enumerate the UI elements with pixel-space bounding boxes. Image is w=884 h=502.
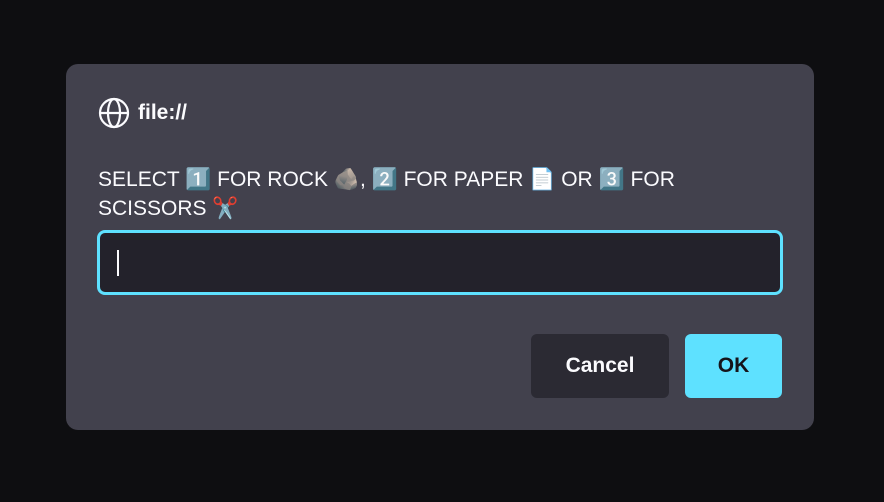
dialog-message: SELECT 1️⃣ FOR ROCK 🪨, 2️⃣ FOR PAPER 📄 O… — [98, 168, 675, 220]
globe-icon — [98, 97, 138, 129]
ok-button[interactable]: OK — [685, 334, 782, 398]
origin-label: file:// — [138, 101, 188, 124]
dialog-origin: file:// — [98, 97, 187, 129]
prompt-input[interactable] — [100, 233, 780, 292]
prompt-dialog: file:// SELECT 1️⃣ FOR ROCK 🪨, 2️⃣ FOR P… — [66, 64, 814, 430]
prompt-input-field[interactable] — [97, 230, 783, 295]
cancel-button[interactable]: Cancel — [531, 334, 669, 398]
text-caret — [117, 250, 119, 276]
